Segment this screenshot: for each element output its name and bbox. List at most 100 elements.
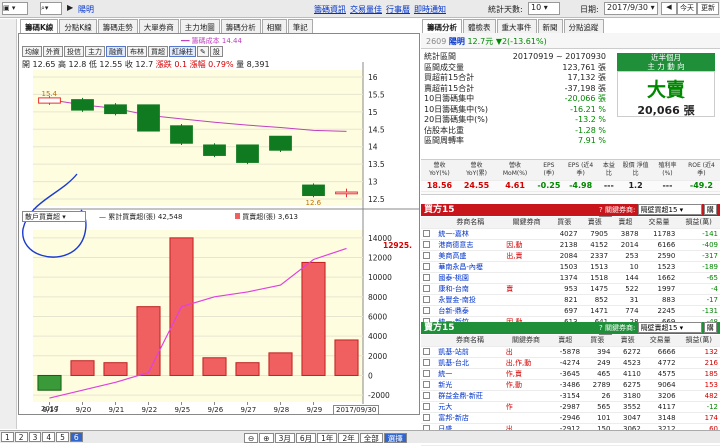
sell-cell[interactable]: 新光	[436, 379, 504, 391]
sell-cell[interactable]: 凱基-站前	[436, 346, 504, 358]
tab-analysis[interactable]: 籌碼分析	[422, 19, 462, 33]
tab-chip-kline[interactable]: 籌碼K線	[20, 19, 59, 33]
tab-branch-track[interactable]: 分點追蹤	[563, 19, 604, 33]
sell-table-row[interactable]: 統一 作,賣 -3645 465 4110 4575 185	[421, 368, 720, 380]
sell-table-row[interactable]: 元大作 -2987 565 3552 4117 -12	[421, 401, 720, 413]
price-tick-label: 14	[368, 143, 378, 152]
summary-row: 統計區間 20170919 ~ 20170930	[424, 52, 606, 63]
sell-cell	[503, 390, 549, 402]
buy-row-checkbox[interactable]	[421, 272, 437, 284]
sell-row-checkbox[interactable]	[421, 346, 437, 358]
zoom-range-button[interactable]: 全部	[359, 433, 383, 443]
zoom-range-button[interactable]: 1年	[317, 433, 338, 443]
page-button-2[interactable]: 2	[14, 432, 28, 442]
zoom-range-button[interactable]: 6月	[295, 433, 317, 443]
buy-row-checkbox[interactable]	[421, 294, 437, 306]
page-button-4[interactable]: 4	[42, 432, 56, 442]
days-select[interactable]: 10 ▾	[528, 2, 560, 15]
sell-table-row[interactable]: 凱基-台北 出,作,動 -4274 249 4523 4772 216	[421, 357, 720, 369]
buy-row-checkbox[interactable]	[421, 239, 437, 251]
zoom-out-icon[interactable]: ⊖	[244, 433, 259, 443]
back-arrow-icon[interactable]: ▶	[67, 3, 73, 12]
buy-table-row[interactable]: 永豐金-南投 821 852 31 883 -17	[421, 294, 720, 306]
buy-cell: 1374	[549, 272, 580, 284]
sell-cell[interactable]: 元大	[436, 401, 504, 413]
sell-row-checkbox[interactable]	[421, 357, 437, 369]
buy-table-row[interactable]: 華南永昌-內壢 1503 1513 10 1523 -189	[421, 261, 720, 273]
tab-notes[interactable]: 筆記	[287, 19, 313, 33]
buy-btn1[interactable]: 購	[703, 204, 717, 215]
buy-cell[interactable]: 康和-台南	[436, 283, 505, 295]
buy-cell[interactable]: 港商德意志	[436, 239, 505, 251]
buy-table-row[interactable]: 康和-台南賣 953 1475 522 1997 -4	[421, 283, 720, 295]
sell-cell[interactable]: 群益金鼎-新莊	[436, 390, 504, 402]
buy-cell: -189	[677, 261, 720, 273]
sell-row-checkbox[interactable]	[421, 390, 437, 402]
buy-row-checkbox[interactable]	[421, 305, 437, 317]
tab-main-map[interactable]: 主力地圖	[179, 19, 220, 33]
buy-cell[interactable]: 永豐金-南投	[436, 294, 505, 306]
tab-chip-analysis[interactable]: 籌碼分析	[220, 19, 261, 33]
buy-cell[interactable]: 華南永昌-內壢	[436, 261, 505, 273]
sell-cell: -2946	[548, 412, 583, 424]
sell-row-checkbox[interactable]	[421, 412, 437, 424]
tab-health[interactable]: 體檢表	[463, 19, 496, 33]
zoom-range-button[interactable]: 2年	[338, 433, 359, 443]
link-volume[interactable]: 交易量佳	[350, 4, 382, 15]
tab-branch-kline[interactable]: 分點K線	[59, 19, 97, 33]
page-button-5[interactable]: 5	[56, 432, 69, 442]
buy-cell[interactable]: 台新-鼎泰	[436, 305, 505, 317]
link-calendar[interactable]: 行事曆	[386, 4, 410, 15]
lower-indicator-select[interactable]: 散戶買賣超 ▾	[22, 211, 86, 222]
buy-cell[interactable]: 統一-嘉林	[436, 228, 505, 240]
sell-cell: 26	[582, 390, 613, 402]
today-button[interactable]: 今天	[677, 2, 697, 15]
sell-table-row[interactable]: 富邦-新店 -2946 101 3047 3148 174	[421, 412, 720, 424]
sell-row-checkbox[interactable]	[421, 379, 437, 391]
link-chip-info[interactable]: 籌碼資訊	[314, 4, 346, 15]
buy-table-row[interactable]: 統一-嘉林 4027 7905 3878 11783 -141	[421, 228, 720, 240]
prev-day-button[interactable]: ◀	[661, 2, 677, 15]
sell-select[interactable]: 隔壁賣超15 ▾	[637, 322, 702, 333]
buy-row-checkbox[interactable]	[421, 250, 437, 262]
sell-cell[interactable]: 統一	[436, 368, 504, 380]
zoom-range-button[interactable]: 3月	[274, 433, 295, 443]
page-button-6[interactable]: 6	[69, 432, 83, 442]
buy-select[interactable]: 隔壁買超15 ▾	[637, 204, 702, 215]
zoom-range-button[interactable]: 選擇	[383, 433, 407, 443]
buy-table-row[interactable]: 港商德意志 因,動 2138 4152 2014 6166 -409	[421, 239, 720, 251]
sell-table-row[interactable]: 凱基-站前出 -5878 394 6272 6666 132	[421, 346, 720, 358]
zoom-in-icon[interactable]: ⊕	[259, 433, 274, 443]
buy-row-checkbox[interactable]	[421, 283, 437, 295]
tab-chip-trend[interactable]: 籌碼走勢	[97, 19, 138, 33]
buy-col-header: 賣張	[579, 217, 611, 229]
buy-row-checkbox[interactable]	[421, 228, 437, 240]
buy-row-checkbox[interactable]	[421, 261, 437, 273]
sell-cell[interactable]: 凱基-台北	[436, 357, 504, 369]
date-input[interactable]: 2017/9/30 ▾	[604, 2, 658, 15]
sell-row-checkbox[interactable]	[421, 368, 437, 380]
view-selector[interactable]: ▣ ▾	[2, 2, 28, 15]
buy-table-row[interactable]: 國泰-桃園 1374 1518 144 1662 -65	[421, 272, 720, 284]
page-button-1[interactable]: 1	[1, 432, 14, 442]
buy-table-row[interactable]: 台新-鼎泰 697 1471 774 2245 -131	[421, 305, 720, 317]
tab-big-broker[interactable]: 大單券商	[138, 19, 179, 33]
link-notify[interactable]: 即時通知	[414, 4, 446, 15]
sell-table-row[interactable]: 群益金鼎-新莊 -3154 26 3180 3206 482	[421, 390, 720, 402]
sell-row-checkbox[interactable]	[421, 401, 437, 413]
sell-cell[interactable]: 富邦-新店	[436, 412, 504, 424]
sell-btn1[interactable]: 購	[703, 322, 717, 333]
buy-cell	[504, 272, 549, 284]
buy-cell[interactable]: 國泰-桃園	[436, 272, 505, 284]
buy-cell[interactable]: 美商高盛	[436, 250, 505, 262]
tab-related[interactable]: 相關	[261, 19, 287, 33]
page-button-3[interactable]: 3	[28, 432, 42, 442]
tab-events[interactable]: 重大事件	[496, 19, 537, 33]
chip-kline-chart: ━━ 籌碼成本 14.44 均線 外資 投信 主力 融資 布林 買超 紅綠柱 ✎ 設 開 12.6…	[18, 33, 420, 415]
buy-col-header: 關鍵券商	[504, 217, 549, 229]
sell-table-row[interactable]: 新光 作,動 -3486 2789 6275 9064 153	[421, 379, 720, 391]
stock-search-box[interactable]: ⌕▾	[40, 2, 62, 15]
buy-table-row[interactable]: 美商高盛 出,賣 2084 2337 253 2590 -317	[421, 250, 720, 262]
tab-news[interactable]: 新聞	[537, 19, 563, 33]
refresh-button[interactable]: 更新	[697, 2, 719, 15]
